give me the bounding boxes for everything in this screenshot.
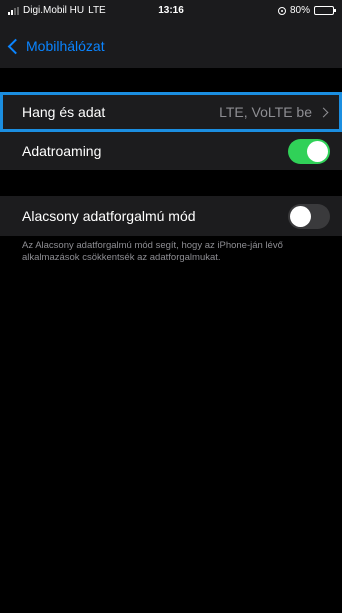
battery-icon bbox=[314, 6, 336, 15]
toggle-knob bbox=[290, 205, 311, 227]
back-button[interactable]: Mobilhálózat bbox=[6, 38, 105, 54]
status-bar: Digi.Mobil HU LTE 13:16 80% bbox=[0, 0, 342, 30]
low-data-mode-toggle[interactable] bbox=[288, 203, 330, 229]
chevron-left-icon bbox=[7, 38, 24, 54]
navigation-bar: Mobilhálózat bbox=[0, 30, 342, 68]
voice-data-label: Hang és adat bbox=[22, 104, 106, 120]
battery-percent: 80% bbox=[289, 5, 310, 16]
back-button-label: Mobilhálózat bbox=[26, 38, 105, 54]
voice-data-value: LTE, VoLTE be bbox=[219, 104, 312, 120]
toggle-knob bbox=[307, 140, 328, 162]
data-roaming-toggle[interactable] bbox=[288, 138, 330, 164]
low-data-mode-row: Alacsony adatforgalmú mód bbox=[0, 196, 342, 236]
low-data-mode-description: Az Alacsony adatforgalmú mód segít, hogy… bbox=[22, 240, 283, 263]
orientation-lock-icon bbox=[277, 6, 286, 15]
data-roaming-label: Adatroaming bbox=[22, 143, 102, 159]
chevron-right-icon bbox=[318, 107, 329, 117]
data-roaming-row: Adatroaming bbox=[0, 132, 342, 170]
low-data-mode-label: Alacsony adatforgalmú mód bbox=[22, 208, 196, 224]
battery-info: 80% bbox=[277, 5, 336, 16]
voice-data-row[interactable]: Hang és adat LTE, VoLTE be bbox=[0, 92, 342, 132]
